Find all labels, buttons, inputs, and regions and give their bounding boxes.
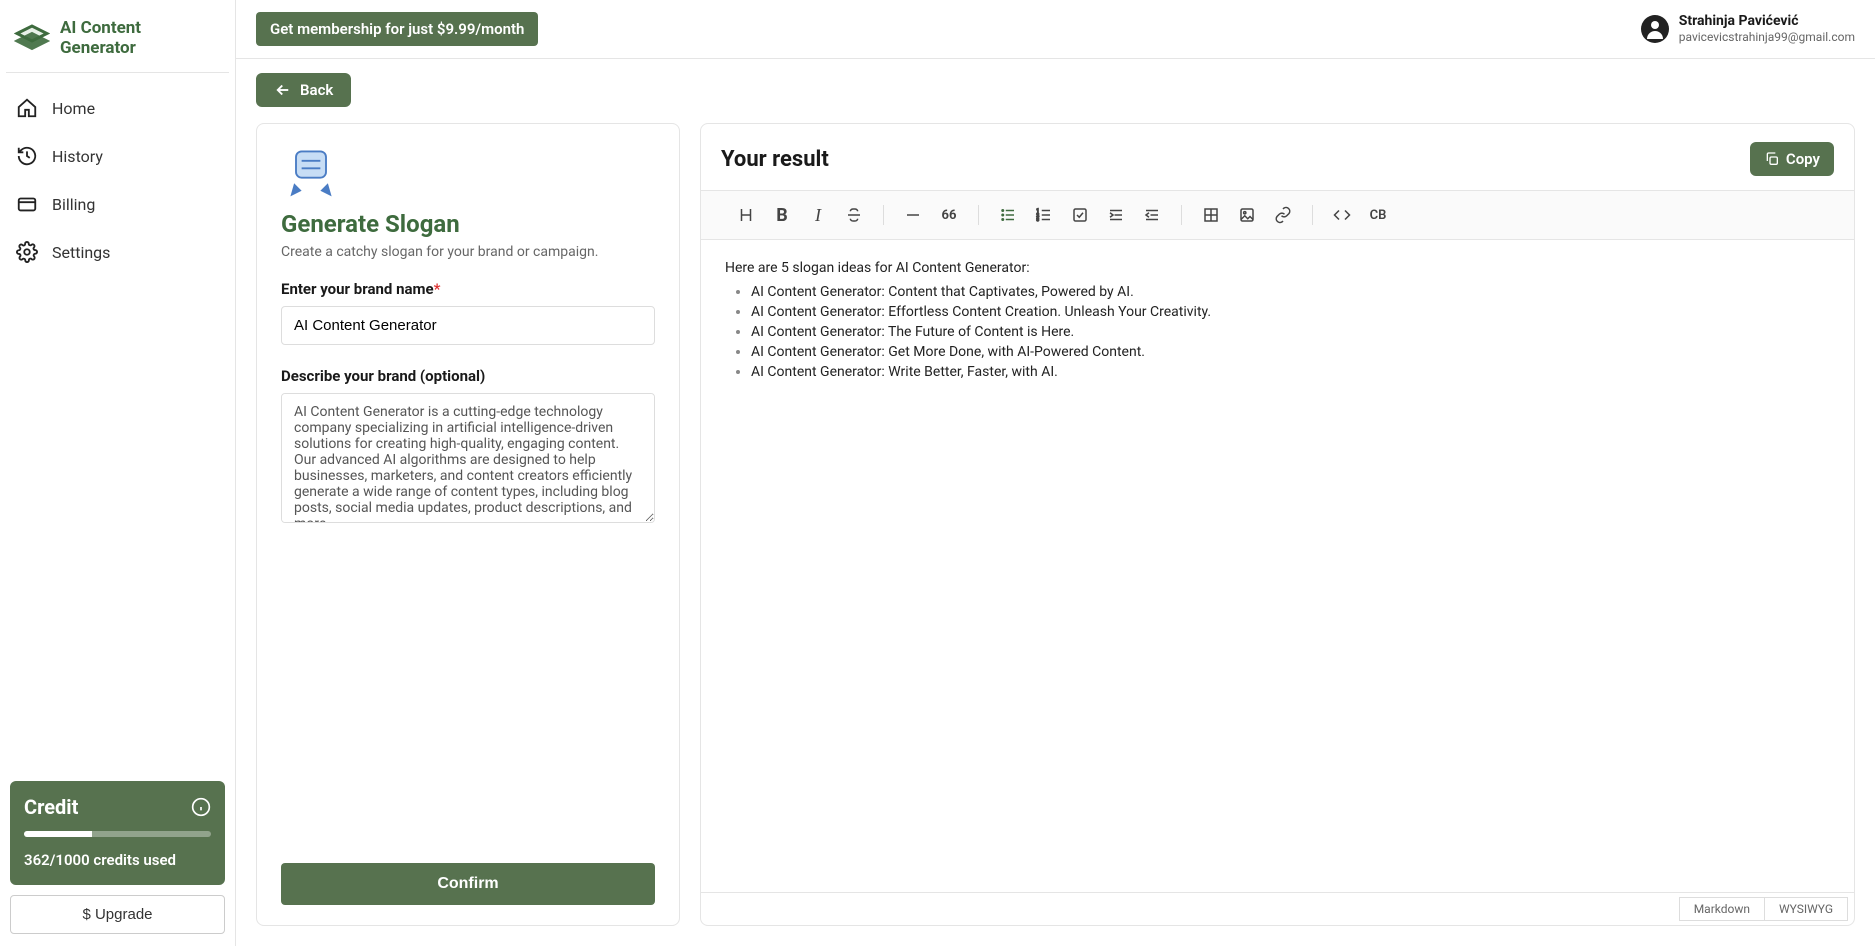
user-info[interactable]: Strahinja Pavićević pavicevicstrahinja99… bbox=[1679, 13, 1855, 44]
list-item: AI Content Generator: Get More Done, wit… bbox=[751, 344, 1830, 360]
sidebar-item-label: History bbox=[52, 147, 103, 166]
form-title: Generate Slogan bbox=[281, 210, 655, 238]
brand-desc-textarea[interactable]: AI Content Generator is a cutting-edge t… bbox=[281, 393, 655, 523]
editor-footer: Markdown WYSIWYG bbox=[701, 892, 1854, 925]
brand-desc-label: Describe your brand (optional) bbox=[281, 367, 655, 385]
checklist-button[interactable] bbox=[1063, 199, 1097, 231]
avatar[interactable] bbox=[1641, 15, 1669, 43]
code-button[interactable] bbox=[1325, 199, 1359, 231]
table-button[interactable] bbox=[1194, 199, 1228, 231]
result-panel: Your result Copy B I 66 bbox=[700, 123, 1855, 926]
promo-button[interactable]: Get membership for just $9.99/month bbox=[256, 12, 538, 46]
list-item: AI Content Generator: Write Better, Fast… bbox=[751, 364, 1830, 380]
heading-button[interactable] bbox=[729, 199, 763, 231]
list-item: AI Content Generator: The Future of Cont… bbox=[751, 324, 1830, 340]
result-list: AI Content Generator: Content that Capti… bbox=[725, 284, 1830, 380]
arrow-left-icon bbox=[274, 81, 292, 99]
back-label: Back bbox=[300, 81, 333, 99]
markdown-tab[interactable]: Markdown bbox=[1679, 897, 1765, 921]
strike-button[interactable] bbox=[837, 199, 871, 231]
confirm-button[interactable]: Confirm bbox=[281, 863, 655, 905]
logo-icon bbox=[14, 20, 50, 56]
sidebar-item-home[interactable]: Home bbox=[6, 87, 229, 129]
sidebar-item-label: Home bbox=[52, 99, 95, 118]
home-icon bbox=[16, 97, 38, 119]
credit-text: 362/1000 credits used bbox=[24, 851, 211, 869]
topbar: Get membership for just $9.99/month Stra… bbox=[236, 0, 1875, 59]
gear-icon bbox=[16, 241, 38, 263]
quote-button[interactable]: 66 bbox=[932, 199, 966, 231]
copy-button[interactable]: Copy bbox=[1750, 142, 1834, 176]
hr-button[interactable] bbox=[896, 199, 930, 231]
sidebar-item-label: Billing bbox=[52, 195, 95, 214]
sidebar-item-billing[interactable]: Billing bbox=[6, 183, 229, 225]
result-title: Your result bbox=[721, 147, 829, 172]
sidebar-item-history[interactable]: History bbox=[6, 135, 229, 177]
history-icon bbox=[16, 145, 38, 167]
main: Get membership for just $9.99/month Stra… bbox=[236, 0, 1875, 946]
brand-name-input[interactable] bbox=[281, 306, 655, 345]
sidebar-item-label: Settings bbox=[52, 243, 110, 262]
list-item: AI Content Generator: Content that Capti… bbox=[751, 284, 1830, 300]
copy-icon bbox=[1764, 151, 1780, 167]
brand-name-label: Enter your brand name* bbox=[281, 280, 655, 298]
codeblock-button[interactable]: CB bbox=[1361, 199, 1395, 231]
user-email: pavicevicstrahinja99@gmail.com bbox=[1679, 30, 1855, 44]
nav: Home History Billing Settings bbox=[6, 87, 229, 273]
wysiwyg-tab[interactable]: WYSIWYG bbox=[1765, 897, 1848, 921]
bold-button[interactable]: B bbox=[765, 199, 799, 231]
result-body[interactable]: Here are 5 slogan ideas for AI Content G… bbox=[701, 240, 1854, 892]
form-subtitle: Create a catchy slogan for your brand or… bbox=[281, 244, 655, 260]
list-item: AI Content Generator: Effortless Content… bbox=[751, 304, 1830, 320]
user-name: Strahinja Pavićević bbox=[1679, 13, 1855, 30]
svg-text:3: 3 bbox=[1037, 217, 1040, 223]
link-button[interactable] bbox=[1266, 199, 1300, 231]
credit-title: Credit bbox=[24, 795, 78, 819]
upgrade-button[interactable]: $ Upgrade bbox=[10, 895, 225, 934]
credit-box: Credit 362/1000 credits used bbox=[10, 781, 225, 885]
outdent-button[interactable] bbox=[1135, 199, 1169, 231]
italic-button[interactable]: I bbox=[801, 199, 835, 231]
billing-icon bbox=[16, 193, 38, 215]
credit-progress bbox=[24, 831, 211, 837]
editor-toolbar: B I 66 123 bbox=[701, 190, 1854, 240]
indent-button[interactable] bbox=[1099, 199, 1133, 231]
sidebar: AI Content Generator Home History Billin… bbox=[0, 0, 236, 946]
ul-button[interactable] bbox=[991, 199, 1025, 231]
back-button[interactable]: Back bbox=[256, 73, 351, 107]
slogan-badge-icon bbox=[281, 144, 341, 200]
logo[interactable]: AI Content Generator bbox=[6, 8, 229, 73]
image-button[interactable] bbox=[1230, 199, 1264, 231]
logo-text: AI Content Generator bbox=[60, 18, 221, 58]
sidebar-item-settings[interactable]: Settings bbox=[6, 231, 229, 273]
result-intro: Here are 5 slogan ideas for AI Content G… bbox=[725, 260, 1830, 276]
copy-label: Copy bbox=[1786, 150, 1820, 168]
info-icon[interactable] bbox=[191, 797, 211, 817]
form-panel: Generate Slogan Create a catchy slogan f… bbox=[256, 123, 680, 926]
ol-button[interactable]: 123 bbox=[1027, 199, 1061, 231]
